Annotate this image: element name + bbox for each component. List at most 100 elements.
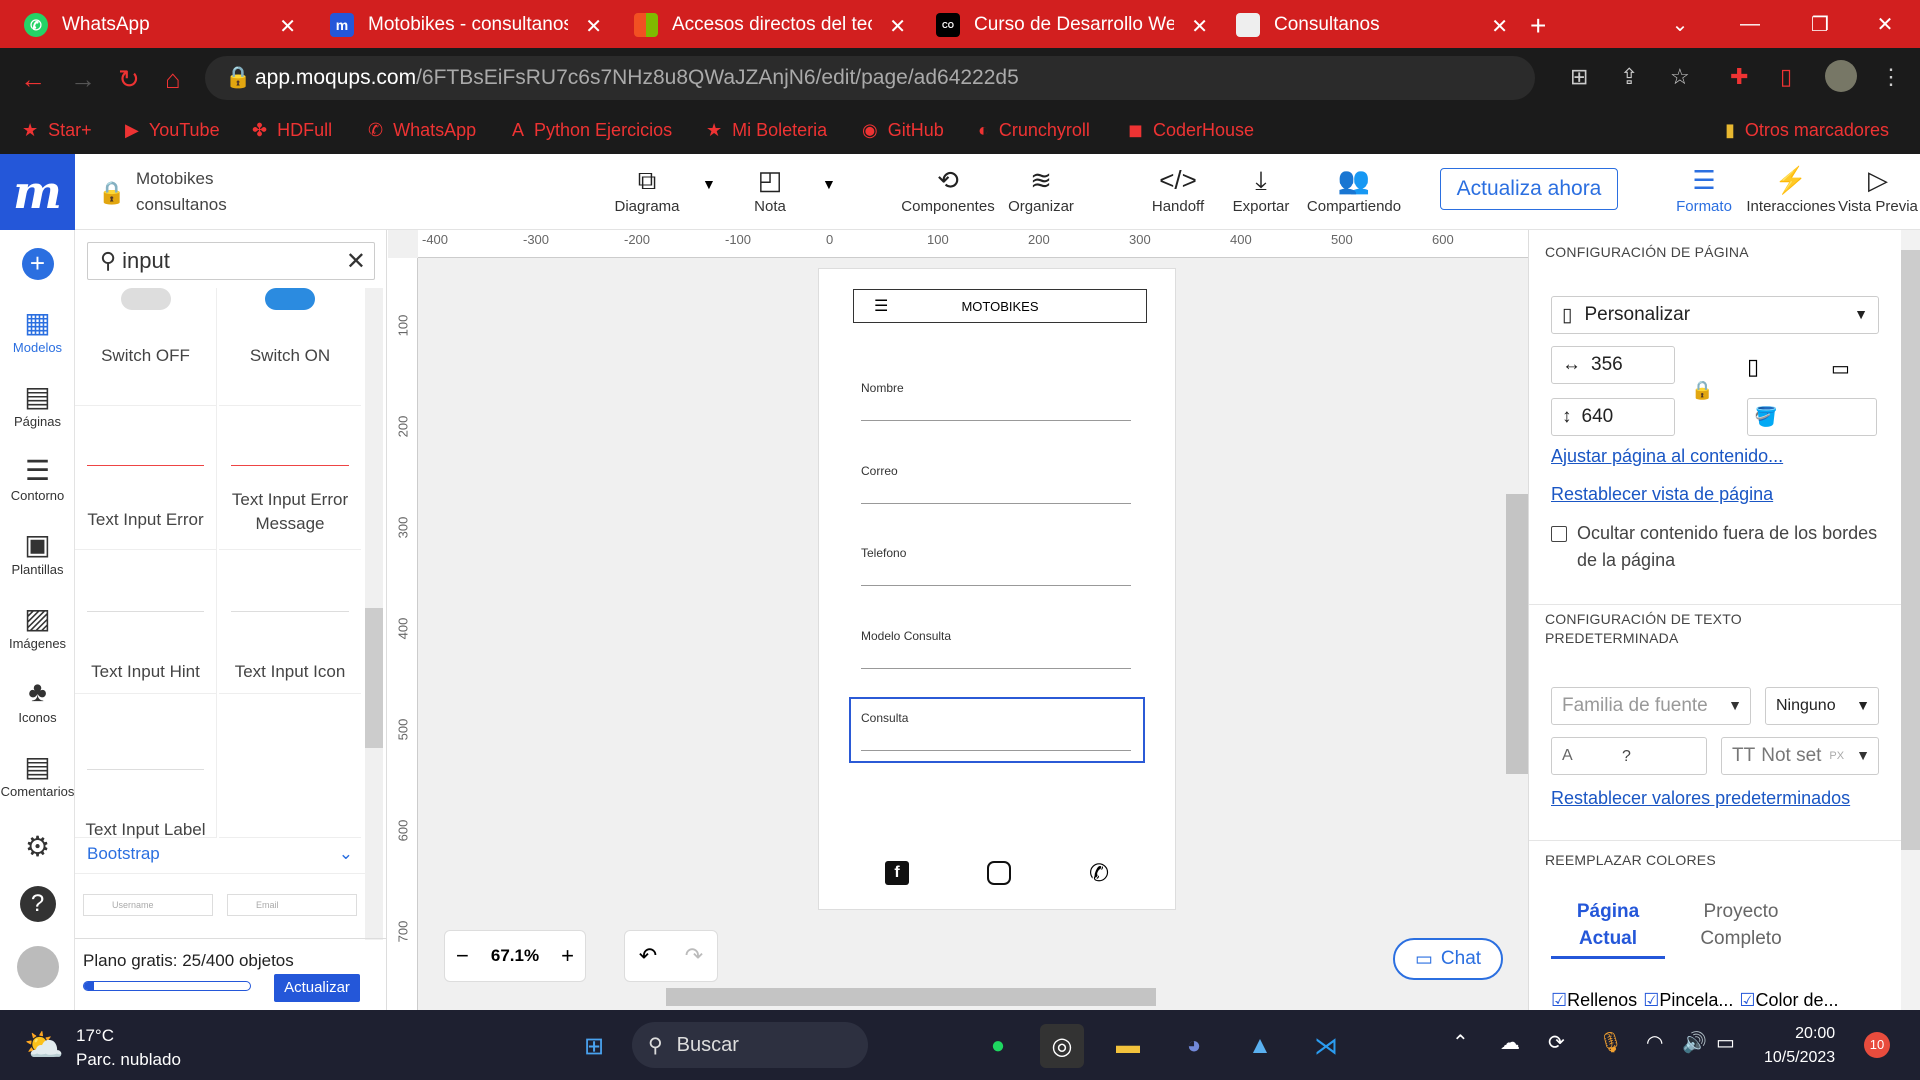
interactions-tab[interactable]: ⚡ Interacciones <box>1744 162 1838 215</box>
selected-field-consulta[interactable]: Consulta <box>849 697 1145 763</box>
font-size-field[interactable]: TT Not set PX ▼ <box>1721 737 1879 775</box>
bookmark-youtube[interactable]: ▶ YouTube <box>125 120 220 141</box>
clock[interactable]: 20:00 10/5/2023 <box>1764 1022 1835 1070</box>
canvas-vscroll[interactable] <box>1506 258 1528 1010</box>
extensions-icon[interactable]: ✚ <box>1730 64 1748 90</box>
undo-icon[interactable]: ↶ <box>639 943 657 969</box>
bookmark-github[interactable]: ◉ GitHub <box>862 120 944 141</box>
search-input[interactable]: ⚲ input ✕ <box>87 242 375 280</box>
menu-icon[interactable]: ⋮ <box>1880 64 1902 90</box>
lock-icon[interactable]: 🔒 <box>98 180 125 206</box>
share-tool[interactable]: 👥 Compartiendo <box>1304 162 1404 215</box>
tab-search-icon[interactable]: ⌄ <box>1645 0 1715 48</box>
help-button[interactable]: ? <box>0 886 75 922</box>
tab-course[interactable]: CO Curso de Desarrollo Web ✕ <box>922 6 1218 44</box>
zoom-level[interactable]: 67.1% <box>491 946 539 966</box>
redo-icon[interactable]: ↷ <box>685 943 703 969</box>
cloud-icon[interactable]: ☁ <box>1500 1030 1520 1055</box>
tab-consultanos[interactable]: Consultanos ✕ <box>1222 6 1518 44</box>
handoff-tool[interactable]: </> Handoff <box>1148 162 1208 215</box>
export-tool[interactable]: ⤓ Exportar <box>1228 162 1294 215</box>
landscape-icon[interactable]: ▭ <box>1831 356 1850 381</box>
field-correo[interactable]: Correo <box>861 464 1131 504</box>
restore-icon[interactable]: ❐ <box>1785 0 1855 48</box>
user-avatar[interactable] <box>0 946 75 988</box>
reset-defaults-link[interactable]: Restablecer valores predeterminados <box>1551 788 1850 809</box>
reset-view-link[interactable]: Restablecer vista de página <box>1551 484 1773 505</box>
url-field[interactable]: 🔒 app.moqups.com/6FTBsEiFsRU7c6s7NHz8u8Q… <box>205 56 1535 100</box>
rail-images[interactable]: ▨ Imágenes <box>0 602 75 651</box>
component-text-input-error[interactable]: Text Input Error <box>75 406 217 550</box>
hide-outside-option[interactable]: Ocultar contenido fuera de los bordes de… <box>1551 520 1891 574</box>
minimize-icon[interactable]: — <box>1715 0 1785 48</box>
notification-badge[interactable]: 10 <box>1864 1032 1890 1058</box>
component-text-input-hint[interactable]: Text Input Hint <box>75 550 217 694</box>
instagram-icon[interactable] <box>987 861 1011 885</box>
format-tab[interactable]: ☰ Formato <box>1676 162 1732 215</box>
chevron-down-icon[interactable]: ▼ <box>822 176 836 192</box>
fills-checkbox[interactable]: ☑Rellenos <box>1551 990 1637 1011</box>
component-text-input-label[interactable]: Text Input Label <box>75 694 217 839</box>
canvas-area[interactable]: -400 -300 -200 -100 0 100 200 300 400 500 600 100 2… <box>388 230 1528 1010</box>
diagram-tool[interactable]: ⧉ Diagrama <box>612 162 682 215</box>
new-tab-button[interactable]: + <box>1530 10 1546 42</box>
clear-icon[interactable]: ✕ <box>346 247 366 276</box>
settings-button[interactable]: ⚙ <box>0 830 75 864</box>
tab-shortcuts[interactable]: Accesos directos del tecl ✕ <box>620 6 916 44</box>
preview-tab[interactable]: ▷ Vista Previa <box>1838 162 1918 215</box>
rail-comments[interactable]: ▤ Comentarios <box>0 750 75 799</box>
profile-avatar[interactable] <box>1825 60 1857 92</box>
file-explorer-icon[interactable]: ▬ <box>1106 1024 1150 1068</box>
spotify-icon[interactable]: ● <box>976 1024 1020 1068</box>
component-switch-off[interactable]: Switch OFF <box>75 288 217 406</box>
email-preview[interactable]: Email <box>227 894 357 916</box>
bookmark-boleteria[interactable]: ★ Mi Boleteria <box>706 120 827 141</box>
close-icon[interactable]: ✕ <box>1191 14 1208 39</box>
add-button[interactable]: + <box>0 248 75 280</box>
project-title[interactable]: Motobikes consultanos <box>136 166 227 218</box>
bookmark-hdfull[interactable]: ✤ HDFull <box>252 120 332 141</box>
scroll-thumb[interactable] <box>365 608 383 748</box>
arrange-tool[interactable]: ≋ Organizar <box>1006 162 1076 215</box>
bookmark-star[interactable]: ★ Star+ <box>22 120 92 141</box>
format-scrollbar[interactable] <box>1901 230 1920 1010</box>
tab-current-page[interactable]: Página Actual <box>1551 898 1665 959</box>
hide-outside-checkbox[interactable] <box>1551 526 1567 542</box>
tab-whatsapp[interactable]: ✆ WhatsApp ✕ <box>10 6 306 44</box>
sidebar-icon[interactable]: ▯ <box>1780 64 1792 90</box>
scroll-thumb[interactable] <box>1901 250 1920 850</box>
font-family-select[interactable]: Familia de fuente ▼ <box>1551 687 1751 725</box>
text-color-checkbox[interactable]: ☑Color de... <box>1739 990 1838 1011</box>
close-icon[interactable]: ✕ <box>889 14 906 39</box>
translate-icon[interactable]: ⊞ <box>1570 64 1588 90</box>
fit-page-link[interactable]: Ajustar página al contenido... <box>1551 446 1783 467</box>
taskbar-search[interactable]: ⚲ Buscar <box>632 1022 868 1068</box>
rail-outline[interactable]: ☰ Contorno <box>0 454 75 503</box>
chat-button[interactable]: ▭ Chat <box>1393 938 1503 980</box>
forward-icon[interactable]: → <box>70 64 96 95</box>
close-icon[interactable]: ✕ <box>1491 14 1508 39</box>
vscroll-thumb[interactable] <box>1506 494 1528 774</box>
mockup-header[interactable]: ☰ MOTOBIKES <box>853 289 1147 323</box>
wifi-icon[interactable]: ◠ <box>1646 1030 1663 1055</box>
background-color-field[interactable]: 🪣 <box>1747 398 1877 436</box>
tab-moqups[interactable]: m Motobikes - consultanos ✕ <box>316 6 612 44</box>
bookmark-whatsapp[interactable]: ✆ WhatsApp <box>368 120 476 141</box>
share-icon[interactable]: ⇪ <box>1620 64 1638 90</box>
whatsapp-icon[interactable]: ✆ <box>1089 859 1109 888</box>
panel-scrollbar[interactable] <box>365 288 383 940</box>
back-icon[interactable]: ← <box>20 64 46 95</box>
close-icon[interactable]: ✕ <box>279 14 296 39</box>
page-preset-select[interactable]: ▯ Personalizar ▼ <box>1551 296 1879 334</box>
zoom-out-icon[interactable]: − <box>456 943 469 969</box>
facebook-icon[interactable]: f <box>885 861 909 885</box>
canvas-hscroll[interactable] <box>418 988 1508 1008</box>
field-telefono[interactable]: Telefono <box>861 546 1131 586</box>
close-window-icon[interactable]: ✕ <box>1850 0 1920 48</box>
portrait-icon[interactable]: ▯ <box>1747 354 1759 380</box>
tab-full-project[interactable]: Proyecto Completo <box>1679 898 1803 952</box>
chevron-down-icon[interactable]: ▼ <box>702 176 716 192</box>
bookmark-other[interactable]: ▮ Otros marcadores <box>1725 120 1889 141</box>
bookmark-crunchyroll[interactable]: ◐ Crunchyroll <box>978 120 1090 141</box>
close-icon[interactable]: ✕ <box>585 14 602 39</box>
